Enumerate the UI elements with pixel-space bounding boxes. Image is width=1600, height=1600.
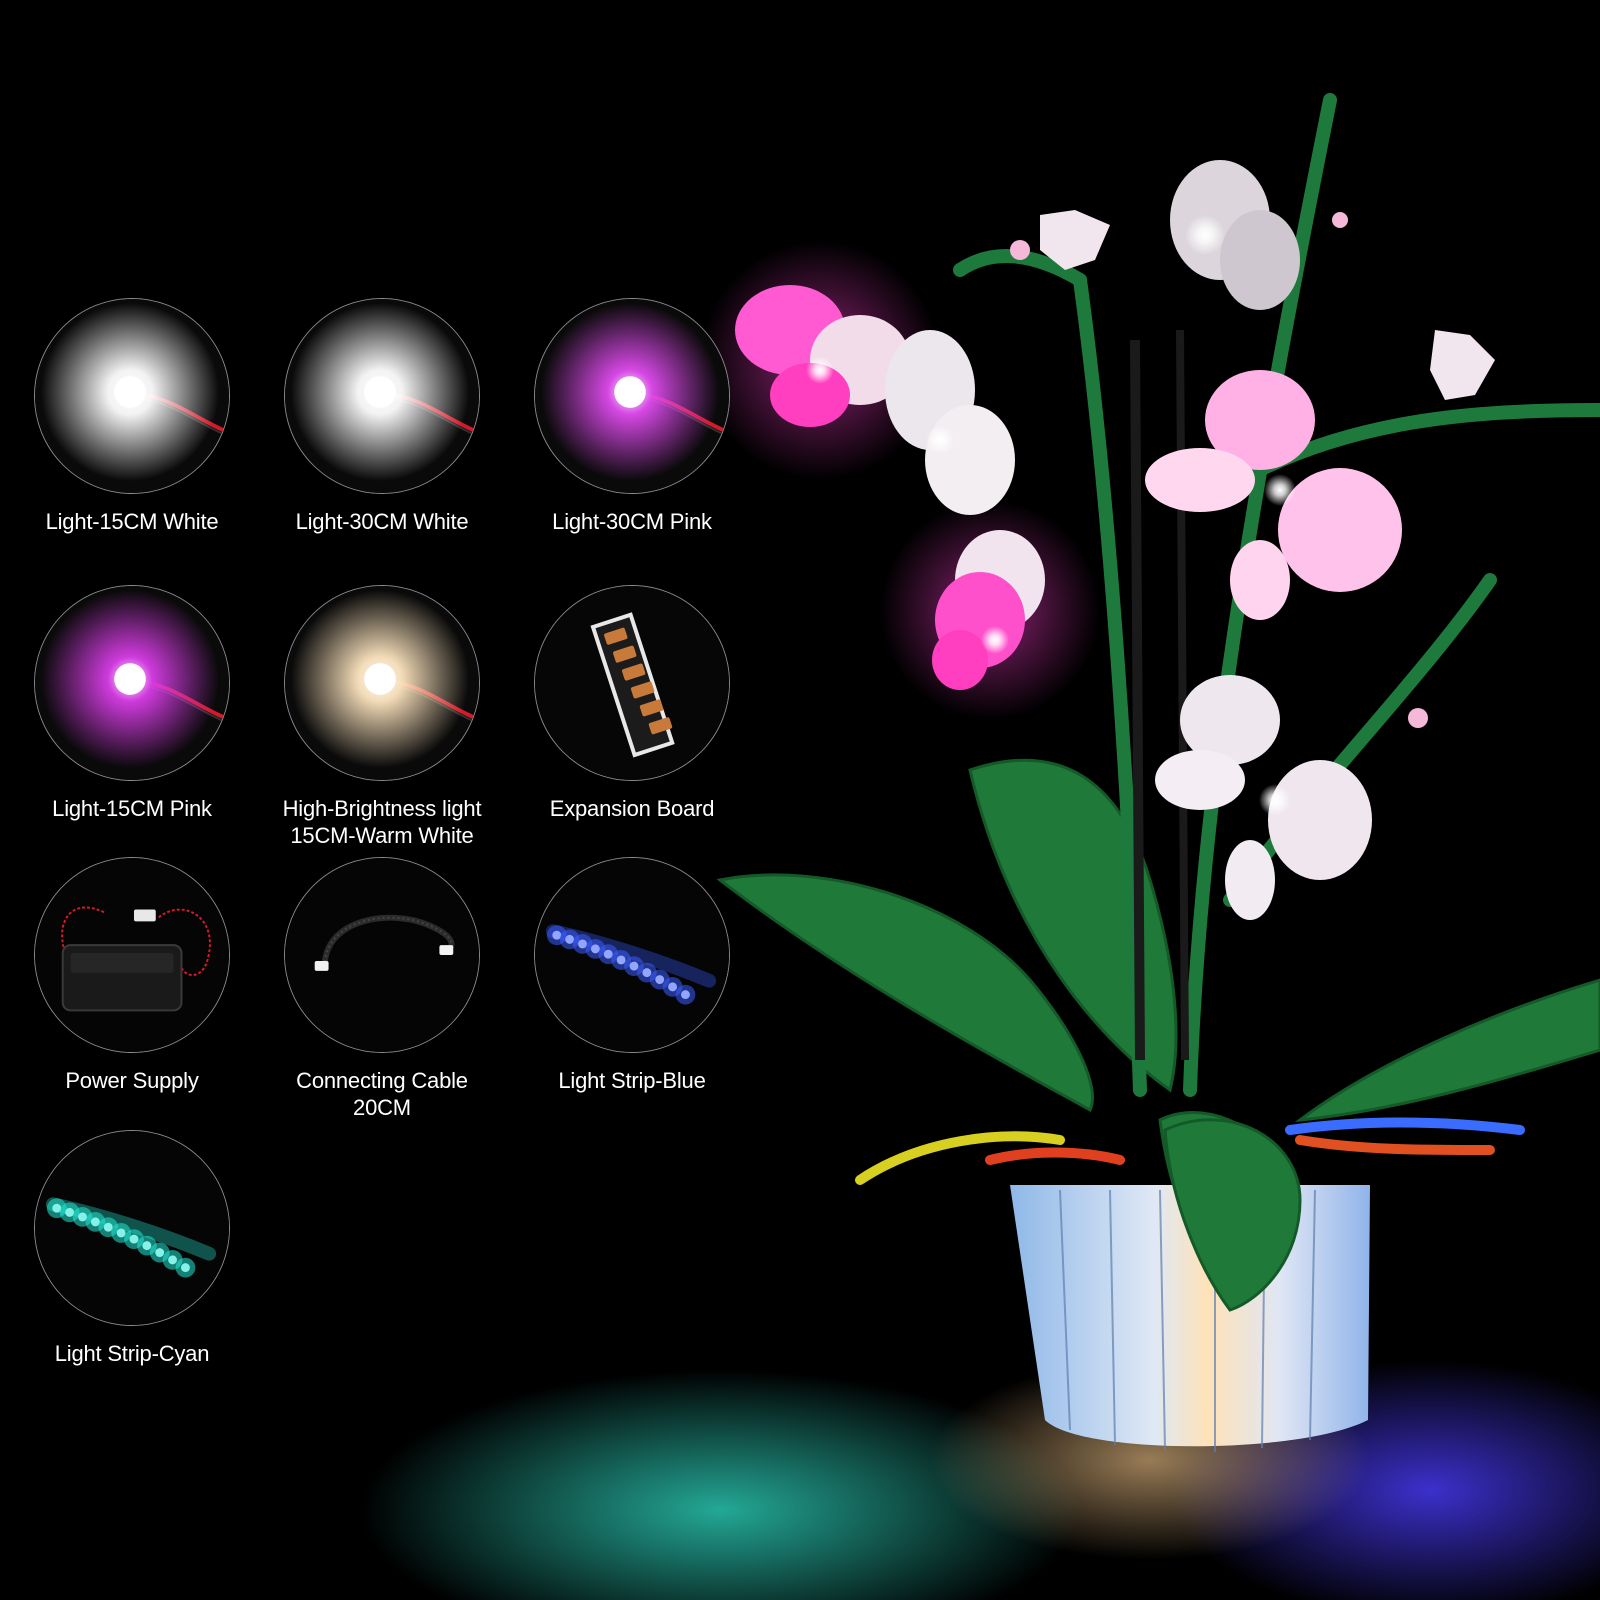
accessory-label: High-Brightness light 15CM-Warm White bbox=[262, 795, 502, 849]
accessory-item: High-Brightness light 15CM-Warm White bbox=[262, 585, 502, 849]
battery-box-icon bbox=[34, 857, 230, 1053]
accessory-item: Light-30CM White bbox=[262, 298, 502, 535]
accessory-label-line: Light-15CM Pink bbox=[52, 796, 212, 821]
warm-white-led-icon bbox=[284, 585, 480, 781]
accessory-label-line: Light Strip-Blue bbox=[558, 1068, 706, 1093]
accessory-item: Light-30CM Pink bbox=[512, 298, 752, 535]
accessory-grid: Light-15CM White Light-30CM White Light-… bbox=[0, 0, 760, 1600]
accessory-item: Power Supply bbox=[12, 857, 252, 1094]
accessory-item: Expansion Board bbox=[512, 585, 752, 822]
blue-light-strip-icon bbox=[534, 857, 730, 1053]
accessory-item: Light Strip-Blue bbox=[512, 857, 752, 1094]
accessory-item: Connecting Cable 20CM bbox=[262, 857, 502, 1121]
accessory-label-line: Light-30CM White bbox=[295, 509, 469, 534]
accessory-label: Light-30CM Pink bbox=[512, 508, 752, 535]
pink-led-15cm-icon bbox=[34, 585, 230, 781]
accessory-label: Power Supply bbox=[12, 1067, 252, 1094]
accessory-label-line: 15CM-Warm White bbox=[290, 823, 474, 848]
accessory-label-line: Light Strip-Cyan bbox=[54, 1341, 210, 1366]
cable-icon bbox=[284, 857, 480, 1053]
accessory-label: Light-30CM White bbox=[262, 508, 502, 535]
accessory-label-line: Power Supply bbox=[65, 1068, 199, 1093]
accessory-label-line: Light-15CM White bbox=[45, 509, 219, 534]
cyan-light-strip-icon bbox=[34, 1130, 230, 1326]
accessory-label-line: Light-30CM Pink bbox=[552, 509, 712, 534]
accessory-label: Light-15CM White bbox=[12, 508, 252, 535]
accessory-label: Expansion Board bbox=[512, 795, 752, 822]
expansion-board-icon bbox=[534, 585, 730, 781]
white-led-15cm-icon bbox=[34, 298, 230, 494]
accessory-label-line: 20CM bbox=[353, 1095, 411, 1120]
accessory-label-line: Connecting Cable bbox=[296, 1068, 468, 1093]
accessory-item: Light Strip-Cyan bbox=[12, 1130, 252, 1367]
accessory-label-line: Expansion Board bbox=[549, 796, 715, 821]
accessory-label: Connecting Cable 20CM bbox=[262, 1067, 502, 1121]
pink-led-30cm-icon bbox=[534, 298, 730, 494]
white-led-30cm-icon bbox=[284, 298, 480, 494]
accessory-label: Light-15CM Pink bbox=[12, 795, 252, 822]
accessory-label: Light Strip-Cyan bbox=[12, 1340, 252, 1367]
accessory-label: Light Strip-Blue bbox=[512, 1067, 752, 1094]
accessory-item: Light-15CM White bbox=[12, 298, 252, 535]
accessory-item: Light-15CM Pink bbox=[12, 585, 252, 822]
accessory-label-line: High-Brightness light bbox=[282, 796, 482, 821]
